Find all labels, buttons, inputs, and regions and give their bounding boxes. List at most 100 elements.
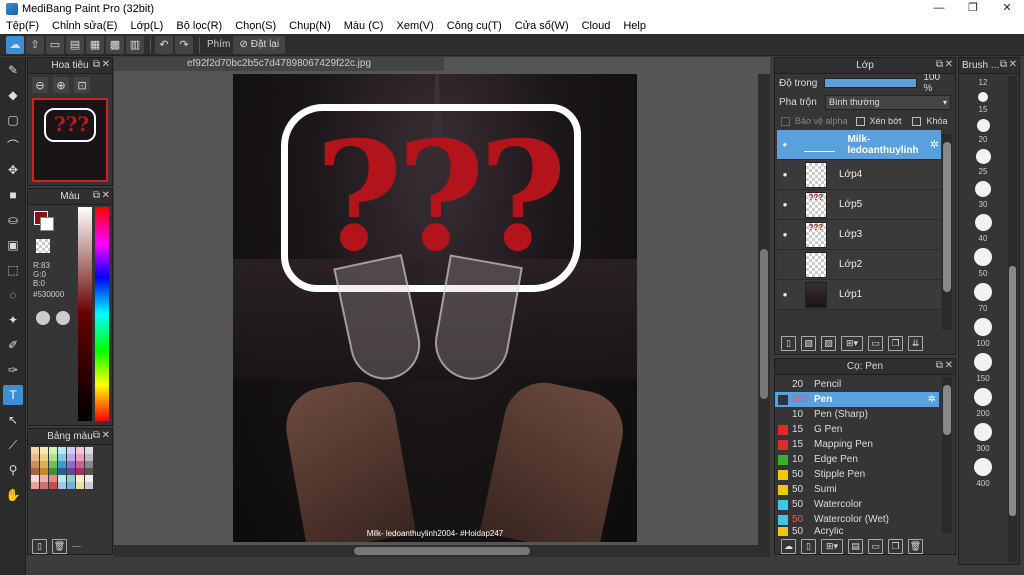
duplicate-brush-icon[interactable]: ❐ [888, 538, 903, 554]
close-icon[interactable]: ✕ [945, 360, 953, 371]
cloud-icon[interactable]: ☁ [6, 35, 24, 54]
vertical-scroll-thumb[interactable] [760, 249, 768, 399]
size-dot[interactable] [974, 423, 992, 441]
operation-icon[interactable]: ↖ [3, 410, 23, 430]
new-1bit-layer-icon[interactable]: ▨ [821, 335, 836, 351]
opacity-slider[interactable] [823, 78, 918, 88]
menu-tools[interactable]: Công cụ(T) [447, 20, 502, 32]
new-layer-icon[interactable]: ▯ [781, 335, 796, 351]
menu-window[interactable]: Cửa sổ(W) [515, 20, 569, 32]
menu-cloud[interactable]: Cloud [582, 20, 611, 32]
size-dot[interactable] [974, 388, 992, 406]
brush-tool-icon[interactable]: ✎ [3, 60, 23, 80]
layer-item[interactable]: Lớp2 [777, 250, 941, 280]
zoom-out-icon[interactable]: ⊖ [32, 77, 48, 93]
text-tool-icon[interactable]: T [3, 385, 23, 405]
folder-icon[interactable]: ▭ [868, 335, 883, 351]
shape-tool-icon[interactable]: ▢ [3, 110, 23, 130]
lasso-icon[interactable]: ◌ [3, 285, 23, 305]
redo-icon[interactable]: ↷ [175, 35, 193, 54]
color-palette-button[interactable] [56, 311, 70, 325]
bucket-icon[interactable]: ⛀ [3, 210, 23, 230]
layer-item[interactable]: ● Milk- ledoanthuylinh ✲ [777, 130, 941, 160]
expand-icon[interactable]: ⧉ [93, 190, 100, 201]
close-icon[interactable]: ✕ [102, 430, 110, 441]
reset-button[interactable]: ⊘ Đặt lại [233, 35, 286, 54]
expand-icon[interactable]: ⧉ [936, 59, 943, 70]
transparent-swatch[interactable] [36, 239, 50, 253]
brush-item[interactable]: 15 Mapping Pen [775, 437, 939, 452]
layer-scroll-thumb[interactable] [943, 142, 951, 292]
page-icon[interactable]: ▦ [86, 35, 104, 54]
move-tool-icon[interactable]: ✥ [3, 160, 23, 180]
close-icon[interactable]: ✕ [102, 59, 110, 70]
eye-icon[interactable]: ● [777, 170, 793, 179]
layer-item[interactable]: ● ??? Lớp3 [777, 220, 941, 250]
eyedropper-icon[interactable]: ⚲ [3, 460, 23, 480]
curve-tool-icon[interactable]: ⌒ [3, 135, 23, 155]
size-dot[interactable] [974, 458, 992, 476]
size-dot[interactable] [975, 181, 991, 197]
layer-item[interactable]: ● Lớp4 [777, 160, 941, 190]
new-palette-icon[interactable]: ▯ [32, 538, 47, 554]
divide-icon[interactable]: ⟋ [3, 435, 23, 455]
fit-icon[interactable]: ⊡ [74, 77, 90, 93]
blend-mode-select[interactable]: Bình thường ▾ [825, 94, 951, 110]
menu-file[interactable]: Tệp(F) [6, 20, 39, 32]
maximize-button[interactable]: ❐ [956, 0, 990, 17]
new-brush-icon[interactable]: ▯ [801, 538, 816, 554]
hand-icon[interactable]: ✋ [3, 485, 23, 505]
add-brush-menu-icon[interactable]: ⊞▾ [821, 538, 843, 554]
size-dot[interactable] [974, 283, 992, 301]
size-dot[interactable] [975, 149, 991, 164]
secondary-color-swatch[interactable] [40, 217, 54, 231]
gear-icon[interactable]: ✲ [928, 394, 936, 405]
eye-icon[interactable]: ● [777, 140, 792, 149]
protect-alpha-checkbox[interactable] [781, 116, 790, 126]
horizontal-scrollbar[interactable] [114, 545, 770, 557]
brush-scroll-thumb[interactable] [943, 385, 951, 435]
brush-size-scroll-thumb[interactable] [1009, 266, 1016, 516]
brush-size-scrollbar[interactable] [1008, 76, 1017, 562]
canvas-image[interactable]: ??? Milk- ledoanthuylinh2004- #Hoidap247 [233, 74, 637, 542]
delete-brush-icon[interactable]: 🗑 [908, 538, 923, 554]
brush-item[interactable]: 500 Pen ✲ [775, 392, 939, 407]
menu-layer[interactable]: Lớp(L) [130, 20, 163, 32]
menu-select[interactable]: Chọn(S) [235, 20, 276, 32]
lock-checkbox[interactable] [912, 116, 922, 126]
layout-icon[interactable]: ▥ [126, 35, 144, 54]
layer-item[interactable]: ● Lớp1 [777, 280, 941, 310]
share-icon[interactable]: ⇧ [26, 35, 44, 54]
document-tab[interactable]: ef92f2d70bc2b5c7d47898067429f22c.jpg [114, 57, 444, 71]
zoom-in-icon[interactable]: ⊕ [53, 77, 69, 93]
color-wheel-button[interactable] [36, 311, 50, 325]
close-icon[interactable]: ✕ [1009, 59, 1017, 70]
expand-icon[interactable]: ⧉ [93, 59, 100, 70]
brush-item[interactable]: 50 Acrylic [775, 527, 939, 536]
hue-slider[interactable] [95, 207, 109, 421]
brush-item[interactable]: 10 Edge Pen [775, 452, 939, 467]
size-dot[interactable] [976, 119, 990, 132]
expand-icon[interactable]: ⧉ [93, 430, 100, 441]
brush-item[interactable]: 50 Stipple Pen [775, 467, 939, 482]
brush-item[interactable]: 15 G Pen [775, 422, 939, 437]
size-label[interactable]: 12 [979, 78, 988, 87]
fill-rect-icon[interactable]: ■ [3, 185, 23, 205]
saturation-brightness-area[interactable] [78, 207, 92, 421]
close-icon[interactable]: ✕ [945, 59, 953, 70]
copy-brush-icon[interactable]: ▤ [848, 538, 863, 554]
close-button[interactable]: ✕ [990, 0, 1024, 17]
duplicate-icon[interactable]: ❐ [888, 335, 903, 351]
menu-color[interactable]: Màu (C) [344, 20, 384, 32]
menu-help[interactable]: Help [623, 20, 646, 32]
brush-item[interactable]: 20 Pencil [775, 377, 939, 392]
minimize-button[interactable]: — [922, 0, 956, 17]
size-dot[interactable] [978, 92, 988, 102]
size-dot[interactable] [974, 318, 992, 336]
new-halftone-layer-icon[interactable]: ▧ [801, 335, 816, 351]
menu-view[interactable]: Xem(V) [396, 20, 433, 32]
gradient-icon[interactable]: ▣ [3, 235, 23, 255]
menu-filter[interactable]: Bộ lọc(R) [176, 20, 222, 32]
expand-icon[interactable]: ⧉ [936, 360, 943, 371]
layer-scrollbar[interactable] [942, 134, 952, 330]
